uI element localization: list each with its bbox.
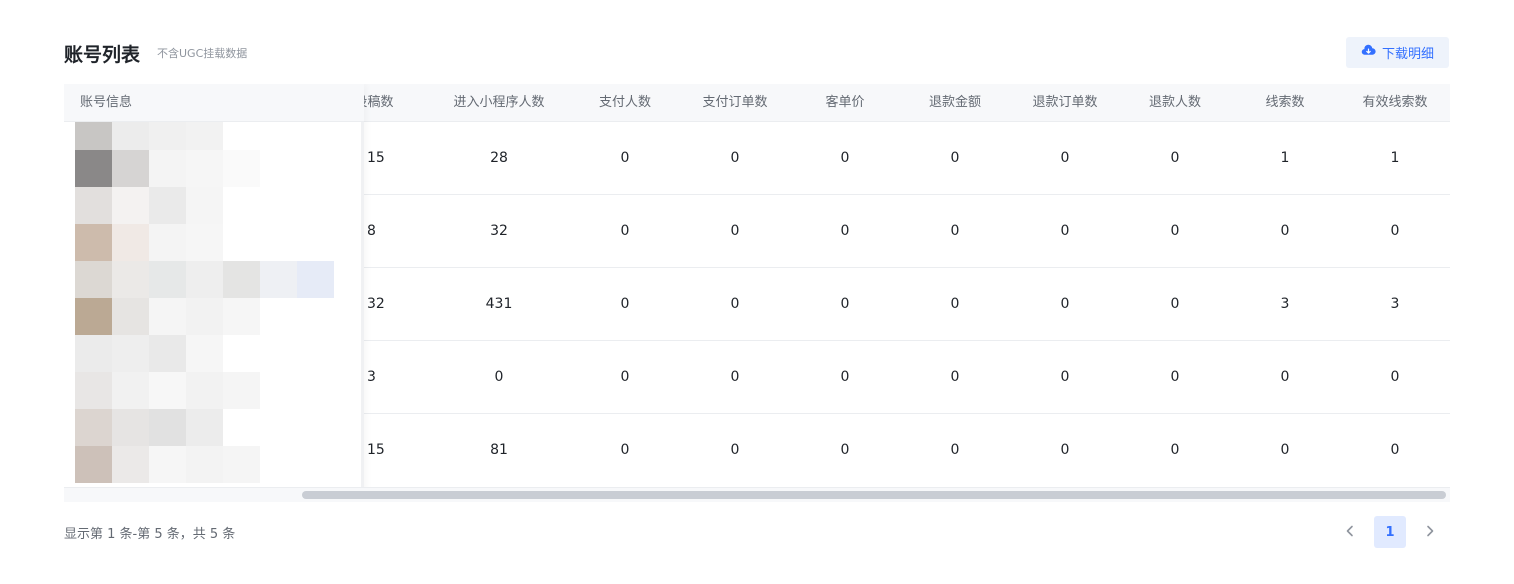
table-cell: 0 [840,296,850,312]
chevron-right-icon [1423,523,1437,542]
table-cell: 0 [494,369,504,385]
download-details-label: 下载明细 [1381,47,1434,62]
account-info-blurred [75,122,360,484]
table-cell: 1 [1390,150,1400,166]
table-cell: 0 [620,223,630,239]
table-cell: 3 [1280,296,1290,312]
table-cell: 0 [840,150,850,166]
table-cell: 0 [1060,296,1070,312]
table-cell: 0 [620,369,630,385]
account-info-column: 账号信息 [64,84,364,502]
horizontal-scrollbar[interactable] [64,487,1450,502]
account-info-header: 账号信息 [64,84,364,122]
table-cell: 32 [490,223,508,239]
table-cell: 0 [1390,223,1400,239]
pagination-next-button[interactable] [1416,516,1444,548]
column-header: 退款金额 [928,95,981,110]
table-cell: 0 [1280,223,1290,239]
table-cell: 0 [1170,150,1180,166]
table-cell: 0 [840,442,850,458]
pagination-page-1[interactable]: 1 [1374,516,1406,548]
table-cell: 3 [1390,296,1400,312]
column-header: 有效线索数 [1362,95,1428,110]
table-cell: 0 [730,369,740,385]
table-cell: 0 [1060,369,1070,385]
table-cell: 15 [367,442,385,458]
table-cell: 0 [620,442,630,458]
table-cell: 28 [490,150,508,166]
table-cell: 0 [1170,223,1180,239]
table-cell: 0 [840,369,850,385]
table-cell: 0 [1060,442,1070,458]
table-cell: 0 [1280,369,1290,385]
table-cell: 0 [730,442,740,458]
chevron-left-icon [1343,523,1357,542]
column-header: 支付人数 [598,95,651,110]
cloud-download-icon [1361,43,1376,62]
page-subtitle: 不含UGC挂载数据 [157,47,248,60]
table-cell: 0 [1170,442,1180,458]
table-cell: 0 [730,296,740,312]
table-cell: 0 [950,296,960,312]
table-cell: 0 [950,369,960,385]
table-cell: 0 [730,223,740,239]
table-cell: 0 [1390,442,1400,458]
table-cell: 431 [485,296,513,312]
download-details-button[interactable]: 下载明细 [1346,37,1449,68]
horizontal-scrollbar-thumb[interactable] [302,491,1446,499]
table-cell: 0 [620,296,630,312]
table-cell: 0 [840,223,850,239]
table-cell: 81 [490,442,508,458]
column-header: 进入小程序人数 [453,95,545,110]
table-cell: 8 [367,223,376,239]
table-cell: 0 [950,150,960,166]
table-cell: 1 [1280,150,1290,166]
pagination-prev-button[interactable] [1336,516,1364,548]
table-cell: 0 [1170,369,1180,385]
table-cell: 3 [367,369,376,385]
table-cell: 0 [1060,223,1070,239]
table-cell: 15 [367,150,385,166]
column-header: 客单价 [825,95,865,110]
account-table: 投稿数 进入小程序人数 支付人数 支付订单数 客单价 退款金额 退款订单数 退款人数 线索数 有效… [64,84,1450,502]
table-cell: 0 [1390,369,1400,385]
column-header: 线索数 [1265,95,1305,110]
table-cell: 0 [1060,150,1070,166]
table-cell: 0 [1170,296,1180,312]
page-title: 账号列表 [64,44,141,66]
column-header: 支付订单数 [702,95,768,110]
pagination-summary: 显示第 1 条-第 5 条，共 5 条 [64,527,236,542]
table-cell: 0 [620,150,630,166]
table-cell: 0 [730,150,740,166]
table-cell: 32 [367,296,385,312]
table-cell: 0 [950,442,960,458]
table-cell: 0 [1280,442,1290,458]
column-header: 退款订单数 [1032,95,1098,110]
table-cell: 0 [950,223,960,239]
column-header: 退款人数 [1148,95,1201,110]
